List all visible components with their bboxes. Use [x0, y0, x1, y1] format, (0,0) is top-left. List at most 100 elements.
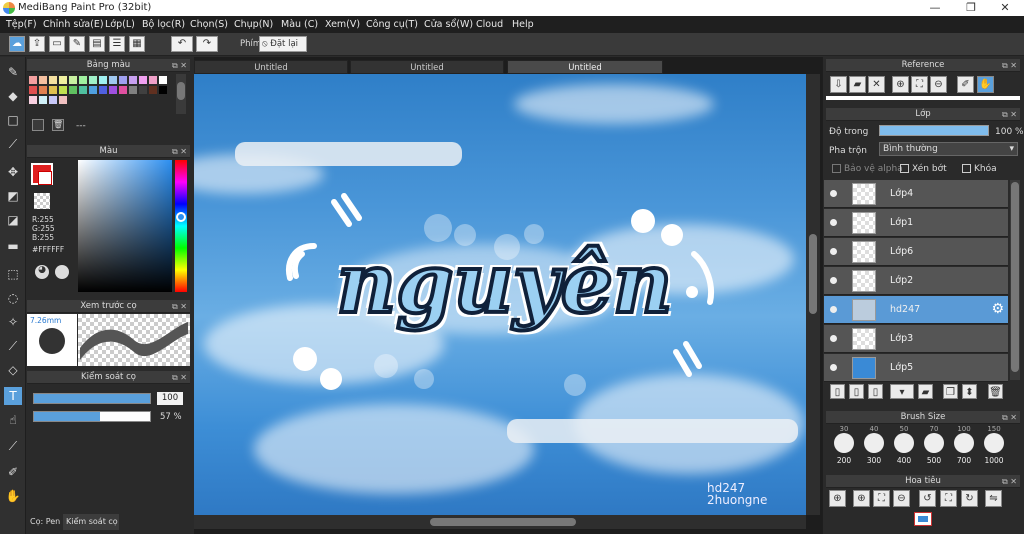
menu-layer[interactable]: Lớp(L) [105, 19, 135, 30]
rectangle-tool-icon[interactable]: □ [4, 111, 22, 129]
palette-swatch[interactable] [99, 76, 107, 84]
add-layer-dropdown[interactable]: ▾ [890, 384, 914, 399]
eyedropper-tool-icon[interactable]: ⟋ [4, 437, 22, 455]
menu-window[interactable]: Cửa sổ(W) [424, 19, 473, 30]
palette-swatch[interactable] [109, 86, 117, 94]
line-tool-icon[interactable]: ⟋ [4, 135, 22, 153]
eye-icon[interactable] [830, 219, 837, 226]
palette-swatch[interactable] [139, 76, 147, 84]
duplicate-layer-icon[interactable]: ❐ [943, 384, 958, 399]
fill-tool-icon[interactable]: ◩ [4, 187, 22, 205]
clipping-checkbox[interactable] [900, 164, 909, 173]
hand-tool-icon[interactable]: ✋ [4, 487, 22, 505]
palette-swatch[interactable] [39, 86, 47, 94]
color-picker-icon[interactable] [55, 265, 69, 279]
brush-opacity-slider[interactable] [33, 411, 151, 422]
menu-capture[interactable]: Chụp(N) [234, 19, 273, 30]
brush-size-preset[interactable]: 400 [889, 433, 919, 465]
menu-cloud[interactable]: Cloud [476, 19, 503, 30]
nav-fit-icon[interactable]: ⛶ [873, 490, 890, 507]
undo-button[interactable]: ↶ [171, 36, 193, 52]
menu-help[interactable]: Help [512, 19, 534, 30]
select-tool-icon[interactable]: ⬚ [4, 265, 22, 283]
palette-swatch[interactable] [89, 76, 97, 84]
rotate-left-icon[interactable]: ↺ [919, 490, 936, 507]
palette-scroll-thumb[interactable] [177, 82, 185, 100]
palette-swatch[interactable] [129, 76, 137, 84]
menu-tools[interactable]: Công cụ(T) [366, 19, 418, 30]
trash-icon[interactable]: 🗑 [52, 119, 64, 131]
brush-size-preset[interactable]: 500 [919, 433, 949, 465]
new-layer-icon[interactable]: ▯ [830, 384, 845, 399]
document-icon[interactable]: ▤ [89, 36, 105, 52]
panel-options-icon[interactable]: ⧉ ✕ [172, 145, 187, 158]
list-icon[interactable]: ☰ [109, 36, 125, 52]
chat-icon[interactable]: ▭ [49, 36, 65, 52]
palette-swatch[interactable] [49, 96, 57, 104]
nav-zoom-in-icon[interactable]: ⊕ [853, 490, 870, 507]
panel-options-icon[interactable]: ⧉ ✕ [1002, 59, 1017, 72]
menu-filter[interactable]: Bộ lọc(R) [142, 19, 185, 30]
nav-zoom-icon[interactable]: ⊕ [829, 490, 846, 507]
eye-icon[interactable] [830, 190, 837, 197]
reset-view-icon[interactable]: ⛶ [940, 490, 957, 507]
maximize-button[interactable]: ❐ [954, 0, 988, 16]
layer-row[interactable]: Lớp3 [824, 325, 1008, 353]
palette-swatch[interactable] [89, 86, 97, 94]
palette-swatch[interactable] [59, 76, 67, 84]
palette-swatch[interactable] [69, 86, 77, 94]
palette-swatch[interactable] [39, 76, 47, 84]
canvas-horizontal-scrollbar[interactable] [194, 515, 806, 529]
menu-color[interactable]: Màu (C) [281, 19, 318, 30]
zoom-out-icon[interactable]: ⊖ [930, 76, 947, 93]
palette-swatch[interactable] [119, 86, 127, 94]
layer-row[interactable]: Lớp4 [824, 180, 1008, 208]
merge-layer-icon[interactable]: ⬍ [962, 384, 977, 399]
eye-icon[interactable] [830, 335, 837, 342]
comment-icon[interactable]: ✎ [69, 36, 85, 52]
palette-swatch[interactable] [59, 96, 67, 104]
palette-swatch[interactable] [99, 86, 107, 94]
menu-view[interactable]: Xem(V) [325, 19, 360, 30]
brush-size-preset[interactable]: 200 [829, 433, 859, 465]
horizontal-scroll-thumb[interactable] [430, 518, 576, 526]
palette-swatch[interactable] [159, 76, 167, 84]
layer-scroll-thumb[interactable] [1011, 182, 1019, 372]
new-layer-1bit-icon[interactable]: ▯ [868, 384, 883, 399]
hand-icon[interactable]: ✋ [977, 76, 994, 93]
color-saturation-area[interactable] [78, 160, 172, 292]
eyedropper-icon[interactable]: ✐ [957, 76, 974, 93]
palette-swatch[interactable] [119, 76, 127, 84]
palette-swatch[interactable] [129, 86, 137, 94]
move-tool-icon[interactable]: ✥ [4, 163, 22, 181]
select-eraser-tool-icon[interactable]: ◇ [4, 361, 22, 379]
fit-icon[interactable]: ⛶ [911, 76, 928, 93]
blend-mode-select[interactable]: Bình thường ▾ [879, 142, 1018, 156]
lock-checkbox[interactable] [962, 164, 971, 173]
palette-swatch[interactable] [149, 86, 157, 94]
grid-icon[interactable]: ▦ [129, 36, 145, 52]
close-reference-icon[interactable]: ✕ [868, 76, 885, 93]
layer-row[interactable]: hd247 ⚙ [824, 296, 1008, 324]
layer-row[interactable]: Lớp5 [824, 354, 1008, 382]
background-color-swatch[interactable] [38, 171, 52, 185]
panel-options-icon[interactable]: ⧉ ✕ [1002, 108, 1017, 121]
new-layer-8bit-icon[interactable]: ▯ [849, 384, 864, 399]
zoom-in-icon[interactable]: ⊕ [892, 76, 909, 93]
palette-swatch[interactable] [49, 76, 57, 84]
layer-row[interactable]: Lớp1 [824, 209, 1008, 237]
palette-swatch[interactable] [39, 96, 47, 104]
bucket-tool-icon[interactable]: ◪ [4, 211, 22, 229]
minimize-button[interactable]: — [918, 0, 952, 16]
palette-swatch[interactable] [69, 76, 77, 84]
eye-icon[interactable] [830, 306, 837, 313]
navigator-thumbnail[interactable] [914, 512, 932, 526]
eye-icon[interactable] [830, 277, 837, 284]
tab-untitled-3[interactable]: Untitled [507, 60, 663, 74]
cloud-download-icon[interactable]: ⇩ [830, 76, 847, 93]
palette-swatch[interactable] [79, 76, 87, 84]
panel-options-icon[interactable]: ⧉ ✕ [1002, 475, 1017, 488]
palette-swatch[interactable] [149, 76, 157, 84]
close-button[interactable]: ✕ [988, 0, 1022, 16]
hue-slider[interactable] [175, 160, 187, 292]
